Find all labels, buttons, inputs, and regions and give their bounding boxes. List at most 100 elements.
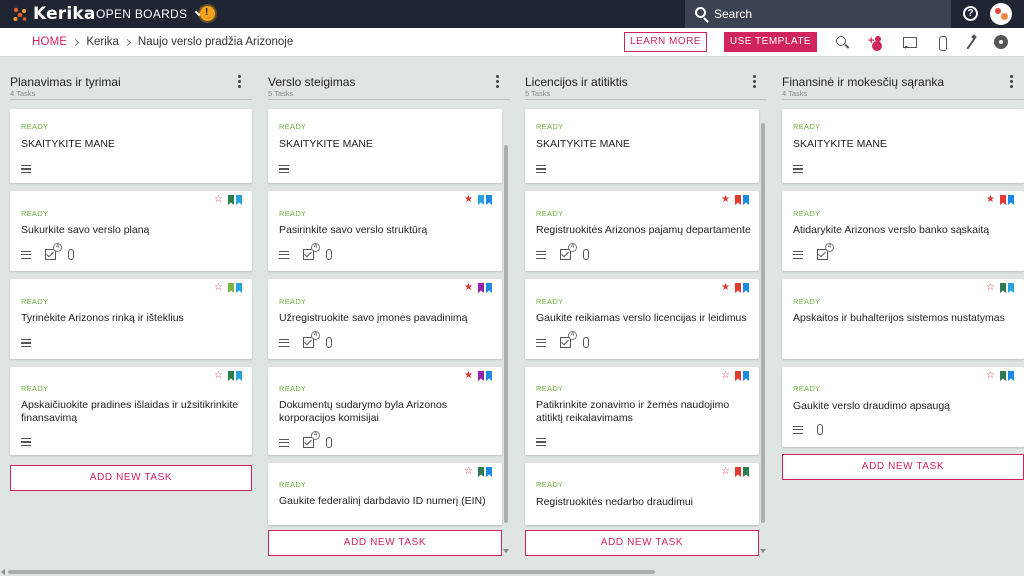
- description-icon: [536, 438, 546, 446]
- checklist-icon: 4: [817, 243, 834, 260]
- more-vertical-icon[interactable]: [753, 75, 757, 89]
- column-title[interactable]: Finansinė ir mokesčių sąranka: [782, 75, 944, 89]
- attachment-icon: [326, 249, 332, 260]
- attachment-icon[interactable]: [935, 35, 951, 51]
- star-filled-icon[interactable]: ★: [464, 283, 473, 293]
- card-flags: ☆: [214, 195, 242, 205]
- task-card[interactable]: ☆ READY Tyrinėkite Arizonos rinką ir išt…: [10, 279, 252, 359]
- description-icon: [279, 438, 289, 447]
- column-scrollbar[interactable]: [761, 123, 765, 523]
- column-title[interactable]: Licencijos ir atitiktis: [525, 75, 628, 89]
- scroll-down-icon[interactable]: [760, 549, 766, 553]
- use-template-button[interactable]: USE TEMPLATE: [724, 32, 817, 52]
- board-toolbar: HOME Kerika Naujo verslo pradžia Arizono…: [0, 28, 1024, 57]
- column-title[interactable]: Verslo steigimas: [268, 75, 355, 89]
- task-card[interactable]: READY SKAITYKITE MANE: [782, 109, 1024, 183]
- scroll-down-icon[interactable]: [503, 549, 509, 553]
- more-vertical-icon[interactable]: [238, 75, 242, 89]
- star-outline-icon[interactable]: ☆: [464, 467, 473, 477]
- task-card[interactable]: ☆ READY Registruokitės nedarbo draudimui: [525, 463, 759, 525]
- task-card[interactable]: ☆ READY Patikrinkite zonavimo ir žemės n…: [525, 367, 759, 455]
- chevron-right-icon: [123, 38, 131, 46]
- task-title: SKAITYKITE MANE: [536, 138, 630, 150]
- tag-icon: [1000, 371, 1006, 381]
- task-status: READY: [793, 209, 821, 218]
- help-icon[interactable]: ?: [963, 6, 978, 21]
- search-input[interactable]: Search: [685, 0, 951, 28]
- task-card[interactable]: READY SKAITYKITE MANE: [10, 109, 252, 183]
- task-status: READY: [279, 297, 307, 306]
- task-card[interactable]: ☆ READY Gaukite verslo draudimo apsaugą: [782, 367, 1024, 447]
- task-title: Atidarykite Arizonos verslo banko sąskai…: [793, 224, 990, 236]
- add-user-icon[interactable]: [868, 35, 885, 51]
- add-new-task-button[interactable]: ADD NEW TASK: [782, 454, 1024, 480]
- card-flags: ★: [464, 283, 492, 293]
- scrollbar-thumb[interactable]: [8, 570, 655, 574]
- task-card[interactable]: ★ READY Atidarykite Arizonos verslo bank…: [782, 191, 1024, 271]
- chat-icon[interactable]: [902, 35, 918, 51]
- magic-wand-icon[interactable]: [963, 35, 979, 51]
- star-outline-icon[interactable]: ☆: [214, 371, 223, 381]
- star-outline-icon[interactable]: ☆: [214, 195, 223, 205]
- task-card[interactable]: ★ READY Registruokitės Arizonos pajamų d…: [525, 191, 759, 271]
- star-outline-icon[interactable]: ☆: [214, 283, 223, 293]
- task-card[interactable]: READY SKAITYKITE MANE: [525, 109, 759, 183]
- task-card[interactable]: ☆ READY Gaukite federalinį darbdavio ID …: [268, 463, 502, 525]
- column-finansine: Finansinė ir mokesčių sąranka 4 Tasks RE…: [782, 57, 1024, 557]
- star-filled-icon[interactable]: ★: [464, 195, 473, 205]
- star-filled-icon[interactable]: ★: [721, 283, 730, 293]
- task-title: Tyrinėkite Arizonos rinką ir išteklius: [21, 312, 184, 324]
- add-new-task-button[interactable]: ADD NEW TASK: [268, 530, 502, 556]
- column-task-count: 4 Tasks: [782, 89, 808, 98]
- description-icon: [279, 165, 289, 173]
- scroll-left-icon[interactable]: [1, 569, 5, 575]
- star-outline-icon[interactable]: ☆: [721, 371, 730, 381]
- task-card[interactable]: ☆ READY Apskaičiuokite pradines išlaidas…: [10, 367, 252, 455]
- star-outline-icon[interactable]: ☆: [721, 467, 730, 477]
- gear-icon[interactable]: [994, 35, 1010, 51]
- learn-more-button[interactable]: LEARN MORE: [624, 32, 707, 52]
- attachment-icon: [583, 249, 589, 260]
- task-status: READY: [536, 384, 564, 393]
- tag-icon: [236, 195, 242, 205]
- more-vertical-icon[interactable]: [496, 75, 500, 89]
- task-title: SKAITYKITE MANE: [21, 138, 115, 150]
- tag-icon: [228, 195, 234, 205]
- task-status: READY: [279, 122, 307, 131]
- star-outline-icon[interactable]: ☆: [986, 283, 995, 293]
- tag-icon: [486, 195, 492, 205]
- task-card[interactable]: ★ READY Užregistruokite savo įmonės pava…: [268, 279, 502, 359]
- star-filled-icon[interactable]: ★: [721, 195, 730, 205]
- task-card[interactable]: ★ READY Gaukite reikiamas verslo licenci…: [525, 279, 759, 359]
- add-new-task-button[interactable]: ADD NEW TASK: [10, 465, 252, 491]
- add-new-task-button[interactable]: ADD NEW TASK: [525, 530, 759, 556]
- column-scrollbar[interactable]: [504, 145, 508, 523]
- task-card[interactable]: ★ READY Pasirinkite savo verslo struktūr…: [268, 191, 502, 271]
- notification-icon[interactable]: [200, 6, 215, 21]
- open-boards-menu[interactable]: OPEN BOARDS: [96, 7, 204, 21]
- star-outline-icon[interactable]: ☆: [986, 371, 995, 381]
- breadcrumb-home[interactable]: HOME: [32, 36, 67, 48]
- card-flags: ☆: [214, 371, 242, 381]
- attachment-icon: [583, 337, 589, 348]
- zoom-icon[interactable]: [835, 35, 851, 51]
- task-title: SKAITYKITE MANE: [793, 138, 887, 150]
- tag-icon: [236, 283, 242, 293]
- checklist-icon: 4: [303, 431, 320, 448]
- breadcrumb-account[interactable]: Kerika: [86, 36, 119, 48]
- card-flags: ★: [464, 371, 492, 381]
- task-card[interactable]: ☆ READY Apskaitos ir buhalterijos sistem…: [782, 279, 1024, 359]
- column-title[interactable]: Planavimas ir tyrimai: [10, 75, 121, 89]
- star-filled-icon[interactable]: ★: [464, 371, 473, 381]
- task-card[interactable]: ☆ READY Sukurkite savo verslo planą 4: [10, 191, 252, 271]
- more-vertical-icon[interactable]: [1010, 75, 1014, 89]
- checklist-count: 4: [53, 243, 62, 252]
- search-icon: [695, 7, 706, 18]
- task-card[interactable]: ★ READY Dokumentų sudarymo byla Arizonos…: [268, 367, 502, 455]
- task-status: READY: [21, 297, 49, 306]
- checklist-count: 4: [825, 243, 834, 252]
- star-filled-icon[interactable]: ★: [986, 195, 995, 205]
- column-verslo-steigimas: Verslo steigimas 5 Tasks READY SKAITYKIT…: [268, 57, 510, 557]
- task-card[interactable]: READY SKAITYKITE MANE: [268, 109, 502, 183]
- avatar[interactable]: [990, 3, 1012, 25]
